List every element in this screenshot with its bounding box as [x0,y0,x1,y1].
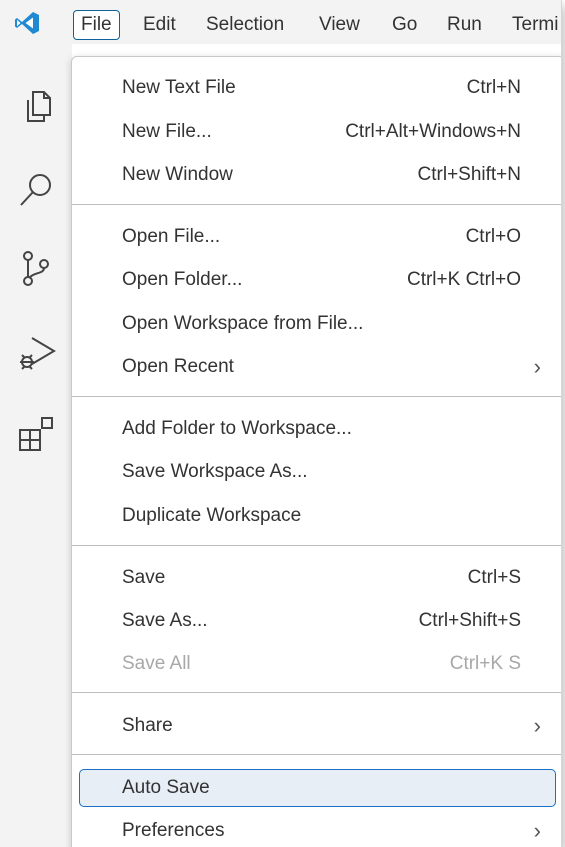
menu-item-save-as[interactable]: Save As... Ctrl+Shift+S [79,602,556,640]
menu-item-label: Open File... [122,226,221,247]
menu-item-shortcut: Ctrl+O [465,226,521,247]
menu-item-shortcut: Ctrl+Shift+N [417,164,521,185]
menu-item-preferences[interactable]: Preferences › [79,812,556,847]
menu-item-shortcut: Ctrl+K Ctrl+O [406,269,521,290]
menu-item-new-file[interactable]: New File... Ctrl+Alt+Windows+N [79,113,556,151]
chevron-right-icon: › [533,713,541,738]
menu-item-save-all: Save All Ctrl+K S [79,645,556,683]
menu-item-label: New Text File [122,77,236,98]
vscode-window: File Edit Selection View Go Run Termi Ne… [0,0,561,847]
explorer-icon[interactable] [16,86,56,126]
vscode-logo-icon [15,12,39,34]
menu-separator [72,396,561,397]
menu-separator [72,754,561,755]
extensions-icon[interactable] [16,414,56,454]
menu-terminal[interactable]: Termi [505,10,561,40]
menu-item-label: Share [122,715,173,736]
chevron-right-icon: › [533,818,541,843]
menu-item-label: Auto Save [122,777,210,798]
menu-item-label: Duplicate Workspace [122,505,302,526]
menu-item-shortcut: Ctrl+S [467,567,521,588]
menu-item-label: Save All [122,653,191,674]
menu-item-shortcut: Ctrl+N [466,77,521,98]
menu-item-label: Open Workspace from File... [122,313,364,334]
menu-item-shortcut: Ctrl+Shift+S [418,610,521,631]
menu-go[interactable]: Go [385,10,424,40]
menu-item-open-folder[interactable]: Open Folder... Ctrl+K Ctrl+O [79,261,556,299]
menu-item-duplicate-workspace[interactable]: Duplicate Workspace [79,497,556,535]
menu-item-add-folder-to-workspace[interactable]: Add Folder to Workspace... [79,410,556,448]
menu-item-open-recent[interactable]: Open Recent › [79,348,556,386]
menu-item-auto-save[interactable]: Auto Save [79,769,556,807]
menu-item-save[interactable]: Save Ctrl+S [79,559,556,597]
menu-item-shortcut: Ctrl+Alt+Windows+N [345,121,521,142]
menu-separator [72,692,561,693]
menu-item-new-text-file[interactable]: New Text File Ctrl+N [79,69,556,107]
file-menu-dropdown: New Text File Ctrl+N New File... Ctrl+Al… [71,56,561,847]
menu-bar: File Edit Selection View Go Run Termi [0,0,561,44]
menu-selection[interactable]: Selection [199,10,291,40]
menu-separator [72,545,561,546]
menu-item-label: Open Recent [122,356,234,377]
menu-run[interactable]: Run [440,10,489,40]
menu-item-save-workspace-as[interactable]: Save Workspace As... [79,453,556,491]
chevron-right-icon: › [533,354,541,379]
menu-item-label: Open Folder... [122,269,243,290]
source-control-icon[interactable] [16,248,56,288]
menu-item-open-file[interactable]: Open File... Ctrl+O [79,218,556,256]
menu-item-label: New Window [122,164,233,185]
menu-view[interactable]: View [312,10,367,40]
menu-item-label: New File... [122,121,212,142]
menu-file[interactable]: File [73,10,120,40]
menu-item-label: Save Workspace As... [122,461,308,482]
menu-item-label: Add Folder to Workspace... [122,418,352,439]
menu-item-open-workspace-from-file[interactable]: Open Workspace from File... [79,305,556,343]
menu-item-label: Preferences [122,820,225,841]
menu-item-label: Save As... [122,610,208,631]
search-icon[interactable] [16,170,56,210]
menu-item-label: Save [122,567,166,588]
activity-bar [0,44,72,847]
menu-item-new-window[interactable]: New Window Ctrl+Shift+N [79,156,556,194]
menu-separator [72,204,561,205]
menu-item-shortcut: Ctrl+K S [449,653,521,674]
menu-edit[interactable]: Edit [136,10,183,40]
menu-item-share[interactable]: Share › [79,707,556,745]
run-debug-icon[interactable] [16,334,56,374]
